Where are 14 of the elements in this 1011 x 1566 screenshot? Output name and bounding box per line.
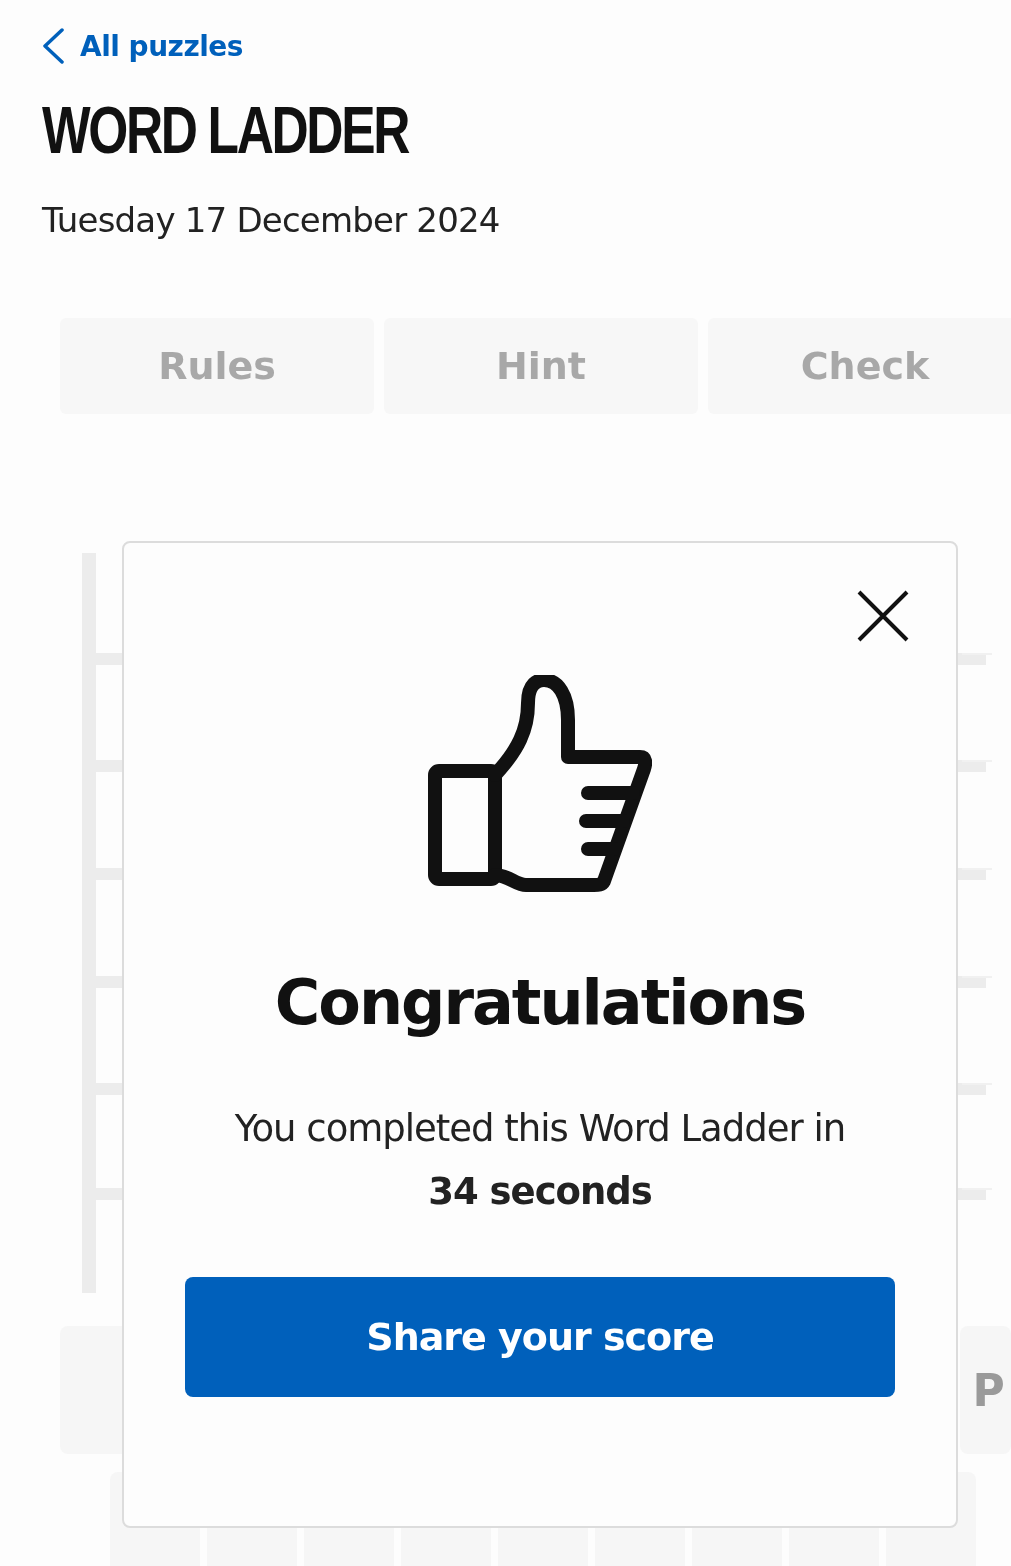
- toolbar-button[interactable]: Check: [708, 318, 1011, 414]
- dialog-title: Congratulations: [274, 967, 806, 1039]
- back-chevron-icon: [40, 28, 66, 64]
- keyboard-key[interactable]: P: [960, 1326, 1011, 1454]
- page-title: WORD LADDER: [42, 94, 409, 166]
- back-link[interactable]: All puzzles: [40, 28, 243, 64]
- share-score-button[interactable]: Share your score: [185, 1277, 895, 1397]
- close-button[interactable]: [856, 589, 910, 643]
- close-icon: [856, 589, 910, 643]
- completion-message: You completed this Word Ladder in 34 seconds: [233, 1106, 847, 1215]
- toolbar-button[interactable]: Rules: [60, 318, 374, 414]
- puzzle-date: Tuesday 17 December 2024: [42, 200, 500, 240]
- toolbar-button[interactable]: Hint: [384, 318, 698, 414]
- thumbs-up-icon: [428, 675, 652, 893]
